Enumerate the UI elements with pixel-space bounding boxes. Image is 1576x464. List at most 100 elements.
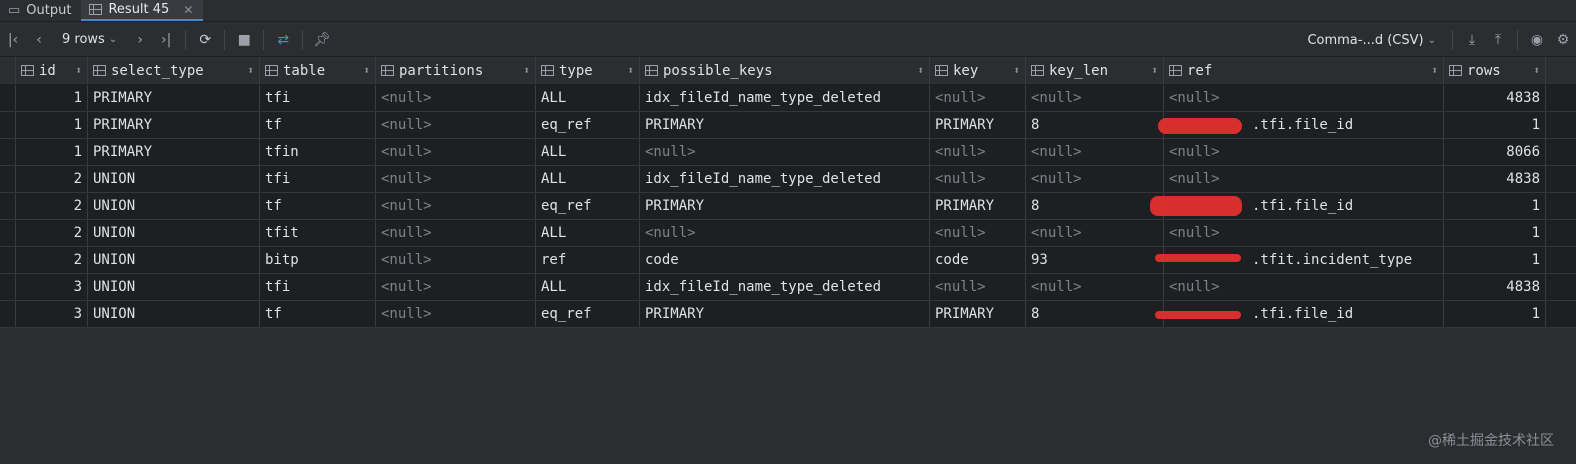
- table-cell-select-type[interactable]: UNION: [88, 247, 260, 273]
- table-row[interactable]: 2 UNION tf <null> eq_ref PRIMARY PRIMARY 8 .tfi.…: [0, 193, 1576, 220]
- table-cell-ref[interactable]: <null>: [1164, 139, 1444, 165]
- table-cell-partitions[interactable]: <null>: [376, 220, 536, 246]
- column-header-select-type[interactable]: select_type ⬍: [88, 57, 260, 84]
- table-cell-key-len[interactable]: 93: [1026, 247, 1164, 273]
- last-page-icon[interactable]: ›|: [153, 27, 179, 53]
- table-cell-type[interactable]: ref: [536, 247, 640, 273]
- table-cell-ref[interactable]: <null>: [1164, 220, 1444, 246]
- sort-icon[interactable]: ⬍: [1151, 64, 1158, 77]
- next-page-icon[interactable]: ›: [127, 27, 153, 53]
- table-cell-table[interactable]: tf: [260, 193, 376, 219]
- table-cell-select-type[interactable]: PRIMARY: [88, 139, 260, 165]
- sort-icon[interactable]: ⬍: [75, 64, 82, 77]
- sort-icon[interactable]: ⬍: [523, 64, 530, 77]
- column-header-rows[interactable]: rows ⬍: [1444, 57, 1546, 84]
- table-cell-possible-keys[interactable]: PRIMARY: [640, 301, 930, 327]
- table-cell-id[interactable]: 3: [16, 301, 88, 327]
- table-cell-rows[interactable]: 1: [1444, 301, 1546, 327]
- table-cell-type[interactable]: eq_ref: [536, 112, 640, 138]
- table-cell-id[interactable]: 2: [16, 247, 88, 273]
- table-cell-id[interactable]: 2: [16, 193, 88, 219]
- sort-icon[interactable]: ⬍: [1533, 64, 1540, 77]
- table-cell-rows[interactable]: 1: [1444, 193, 1546, 219]
- table-cell-partitions[interactable]: <null>: [376, 301, 536, 327]
- table-cell-type[interactable]: ALL: [536, 139, 640, 165]
- table-cell-key[interactable]: <null>: [930, 274, 1026, 300]
- sort-icon[interactable]: ⬍: [247, 64, 254, 77]
- table-cell-possible-keys[interactable]: idx_fileId_name_type_deleted: [640, 85, 930, 111]
- table-cell-table[interactable]: tf: [260, 112, 376, 138]
- table-cell-select-type[interactable]: PRIMARY: [88, 85, 260, 111]
- table-cell-table[interactable]: tfi: [260, 85, 376, 111]
- table-cell-ref[interactable]: <null>: [1164, 166, 1444, 192]
- refresh-icon[interactable]: ⟳: [192, 27, 218, 53]
- column-header-possible-keys[interactable]: possible_keys ⬍: [640, 57, 930, 84]
- table-cell-select-type[interactable]: UNION: [88, 274, 260, 300]
- table-cell-id[interactable]: 2: [16, 166, 88, 192]
- table-cell-possible-keys[interactable]: PRIMARY: [640, 112, 930, 138]
- column-header-partitions[interactable]: partitions ⬍: [376, 57, 536, 84]
- table-cell-rows[interactable]: 4838: [1444, 166, 1546, 192]
- table-cell-rows[interactable]: 8066: [1444, 139, 1546, 165]
- table-cell-type[interactable]: ALL: [536, 274, 640, 300]
- table-cell-id[interactable]: 2: [16, 220, 88, 246]
- table-cell-partitions[interactable]: <null>: [376, 112, 536, 138]
- table-cell-table[interactable]: tfi: [260, 274, 376, 300]
- table-cell-table[interactable]: tfin: [260, 139, 376, 165]
- table-cell-table[interactable]: tf: [260, 301, 376, 327]
- table-cell-key[interactable]: <null>: [930, 85, 1026, 111]
- table-row[interactable]: 3 UNION tf <null> eq_ref PRIMARY PRIMARY 8 .tfi.…: [0, 301, 1576, 328]
- table-cell-possible-keys[interactable]: <null>: [640, 220, 930, 246]
- table-cell-key[interactable]: code: [930, 247, 1026, 273]
- table-cell-id[interactable]: 1: [16, 112, 88, 138]
- sort-icon[interactable]: ⬍: [917, 64, 924, 77]
- rows-count-dropdown[interactable]: 9 rows ⌄: [52, 32, 127, 47]
- table-cell-type[interactable]: ALL: [536, 85, 640, 111]
- table-cell-rows[interactable]: 1: [1444, 112, 1546, 138]
- column-header-type[interactable]: type ⬍: [536, 57, 640, 84]
- gear-icon[interactable]: ⚙: [1550, 27, 1576, 53]
- table-cell-key-len[interactable]: <null>: [1026, 85, 1164, 111]
- table-cell-key-len[interactable]: 8: [1026, 193, 1164, 219]
- table-cell-partitions[interactable]: <null>: [376, 85, 536, 111]
- table-cell-key[interactable]: <null>: [930, 166, 1026, 192]
- table-cell-key[interactable]: <null>: [930, 139, 1026, 165]
- sort-icon[interactable]: ⬍: [1013, 64, 1020, 77]
- table-cell-possible-keys[interactable]: idx_fileId_name_type_deleted: [640, 274, 930, 300]
- table-cell-partitions[interactable]: <null>: [376, 166, 536, 192]
- sort-icon[interactable]: ⬍: [363, 64, 370, 77]
- table-cell-type[interactable]: eq_ref: [536, 301, 640, 327]
- table-cell-possible-keys[interactable]: <null>: [640, 139, 930, 165]
- column-header-key[interactable]: key ⬍: [930, 57, 1026, 84]
- upload-icon[interactable]: ⤒: [1485, 27, 1511, 53]
- table-cell-key[interactable]: <null>: [930, 220, 1026, 246]
- table-row[interactable]: 2 UNION bitp <null> ref code code 93 .tfit.incid…: [0, 247, 1576, 274]
- table-row[interactable]: 1 PRIMARY tf <null> eq_ref PRIMARY PRIMARY 8 .tf…: [0, 112, 1576, 139]
- table-cell-ref[interactable]: <null>: [1164, 274, 1444, 300]
- column-header-key-len[interactable]: key_len ⬍: [1026, 57, 1164, 84]
- close-icon[interactable]: ✕: [183, 3, 193, 17]
- table-cell-type[interactable]: ALL: [536, 166, 640, 192]
- table-cell-possible-keys[interactable]: PRIMARY: [640, 193, 930, 219]
- table-row[interactable]: 3 UNION tfi <null> ALL idx_fileId_name_type_d…: [0, 274, 1576, 301]
- table-cell-id[interactable]: 1: [16, 85, 88, 111]
- table-cell-partitions[interactable]: <null>: [376, 193, 536, 219]
- table-row[interactable]: 1 PRIMARY tfi <null> ALL idx_fileId_name_type…: [0, 85, 1576, 112]
- compare-icon[interactable]: ⇄: [270, 27, 296, 53]
- table-cell-select-type[interactable]: UNION: [88, 193, 260, 219]
- table-cell-rows[interactable]: 4838: [1444, 274, 1546, 300]
- table-cell-table[interactable]: bitp: [260, 247, 376, 273]
- table-cell-select-type[interactable]: UNION: [88, 166, 260, 192]
- table-cell-select-type[interactable]: PRIMARY: [88, 112, 260, 138]
- table-cell-partitions[interactable]: <null>: [376, 139, 536, 165]
- table-cell-table[interactable]: tfi: [260, 166, 376, 192]
- table-cell-key-len[interactable]: 8: [1026, 112, 1164, 138]
- table-row[interactable]: 1 PRIMARY tfin <null> ALL <null> <null> <null> <…: [0, 139, 1576, 166]
- table-cell-rows[interactable]: 4838: [1444, 85, 1546, 111]
- column-header-table[interactable]: table ⬍: [260, 57, 376, 84]
- table-row[interactable]: 2 UNION tfit <null> ALL <null> <null> <null> <nu…: [0, 220, 1576, 247]
- column-header-id[interactable]: id ⬍: [16, 57, 88, 84]
- table-cell-possible-keys[interactable]: code: [640, 247, 930, 273]
- table-cell-key[interactable]: PRIMARY: [930, 301, 1026, 327]
- sort-icon[interactable]: ⬍: [627, 64, 634, 77]
